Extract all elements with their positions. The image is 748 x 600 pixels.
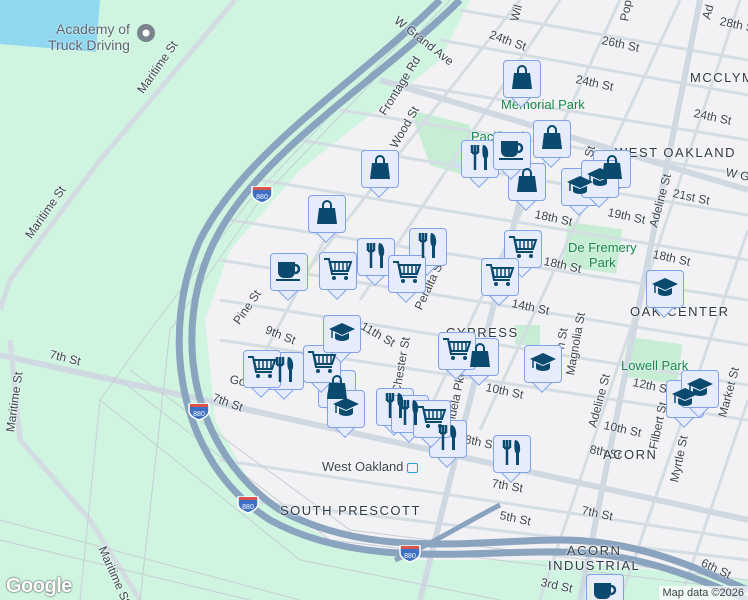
shopping-icon — [515, 167, 539, 198]
marker-body — [646, 270, 684, 308]
grocery-marker[interactable] — [481, 258, 519, 306]
grocery-marker[interactable] — [388, 255, 426, 303]
school-marker[interactable] — [327, 390, 365, 438]
poi-academy-of-truck-driving[interactable]: Academy of Truck Driving — [48, 21, 130, 53]
shopping-icon — [510, 64, 534, 95]
neighborhood-label: ACORN — [603, 447, 658, 462]
bart-icon — [407, 462, 419, 473]
marker-body — [388, 255, 426, 293]
restaurant-icon — [364, 241, 388, 274]
google-logo: Google — [6, 575, 72, 597]
marker-body — [503, 60, 541, 98]
school-marker[interactable] — [681, 370, 719, 418]
neighborhood-label: MCCLYM — [690, 70, 748, 85]
shopping-marker[interactable] — [503, 60, 541, 108]
marker-body — [493, 435, 531, 473]
transit-station-label: West Oakland — [322, 459, 404, 474]
grocery-icon — [485, 262, 515, 293]
coffee-icon — [275, 258, 303, 287]
poi-name-line: Truck Driving — [48, 37, 130, 53]
neighborhood-label-line: INDUSTRIAL — [548, 558, 641, 573]
svg-text:880: 880 — [256, 194, 268, 201]
svg-text:880: 880 — [242, 504, 254, 511]
marker-body — [481, 258, 519, 296]
map-attribution[interactable]: Map data ©2026 — [658, 586, 748, 600]
i-880-shield: 880 — [251, 184, 273, 204]
i-880-shield: 880 — [237, 494, 259, 514]
school-marker[interactable] — [524, 345, 562, 393]
marker-body — [361, 150, 399, 188]
shopping-icon — [540, 124, 564, 155]
marker-body — [308, 195, 346, 233]
marker-body — [493, 132, 531, 170]
map-canvas[interactable]: 880 880 880 880 Academy of Truck Driving… — [0, 0, 748, 600]
shopping-marker[interactable] — [533, 120, 571, 168]
i-880-shield: 880 — [399, 543, 421, 563]
grocery-icon — [392, 259, 422, 290]
marker-body — [533, 120, 571, 158]
grocery-marker[interactable] — [438, 332, 476, 380]
school-marker[interactable] — [581, 160, 619, 208]
park-label-de-fremery[interactable]: De Fremery Park — [568, 240, 637, 270]
coffee-marker[interactable] — [586, 574, 624, 600]
shopping-icon — [315, 199, 339, 230]
poi-name-line: Academy of — [56, 21, 130, 37]
marker-body — [323, 315, 361, 353]
coffee-icon — [498, 137, 526, 166]
marker-body — [319, 252, 357, 290]
i-880-shield: 880 — [188, 401, 210, 421]
shopping-marker[interactable] — [361, 150, 399, 198]
neighborhood-label: ACORN INDUSTRIAL — [548, 543, 640, 573]
marker-body — [524, 345, 562, 383]
park-label-line: De Fremery — [568, 240, 637, 255]
park-label-line: Park — [588, 255, 616, 270]
neighborhood-label-line: ACORN — [566, 543, 622, 558]
svg-text:880: 880 — [404, 553, 416, 560]
restaurant-icon — [468, 143, 492, 176]
school-icon — [331, 395, 361, 424]
restaurant-icon — [500, 438, 524, 471]
grocery-marker[interactable] — [319, 252, 357, 300]
grocery-icon — [323, 256, 353, 287]
coffee-marker[interactable] — [270, 253, 308, 301]
transit-station-west-oakland[interactable]: West Oakland — [322, 459, 419, 474]
svg-text:880: 880 — [193, 411, 205, 418]
neighborhood-label: WEST OAKLAND — [615, 145, 737, 160]
shopping-marker[interactable] — [308, 195, 346, 243]
coffee-icon — [591, 579, 619, 600]
neighborhood-label: SOUTH PRESCOTT — [280, 503, 421, 518]
school-marker[interactable] — [646, 270, 684, 318]
restaurant-marker[interactable] — [493, 435, 531, 483]
marker-body — [586, 574, 624, 600]
grocery-marker[interactable] — [243, 350, 281, 398]
marker-body — [270, 253, 308, 291]
park-label-lowell[interactable]: Lowell Park — [621, 358, 688, 373]
school-icon — [528, 350, 558, 379]
school-icon — [650, 275, 680, 304]
school-icon — [327, 320, 357, 349]
marker-body — [327, 390, 365, 428]
shopping-icon — [368, 154, 392, 185]
